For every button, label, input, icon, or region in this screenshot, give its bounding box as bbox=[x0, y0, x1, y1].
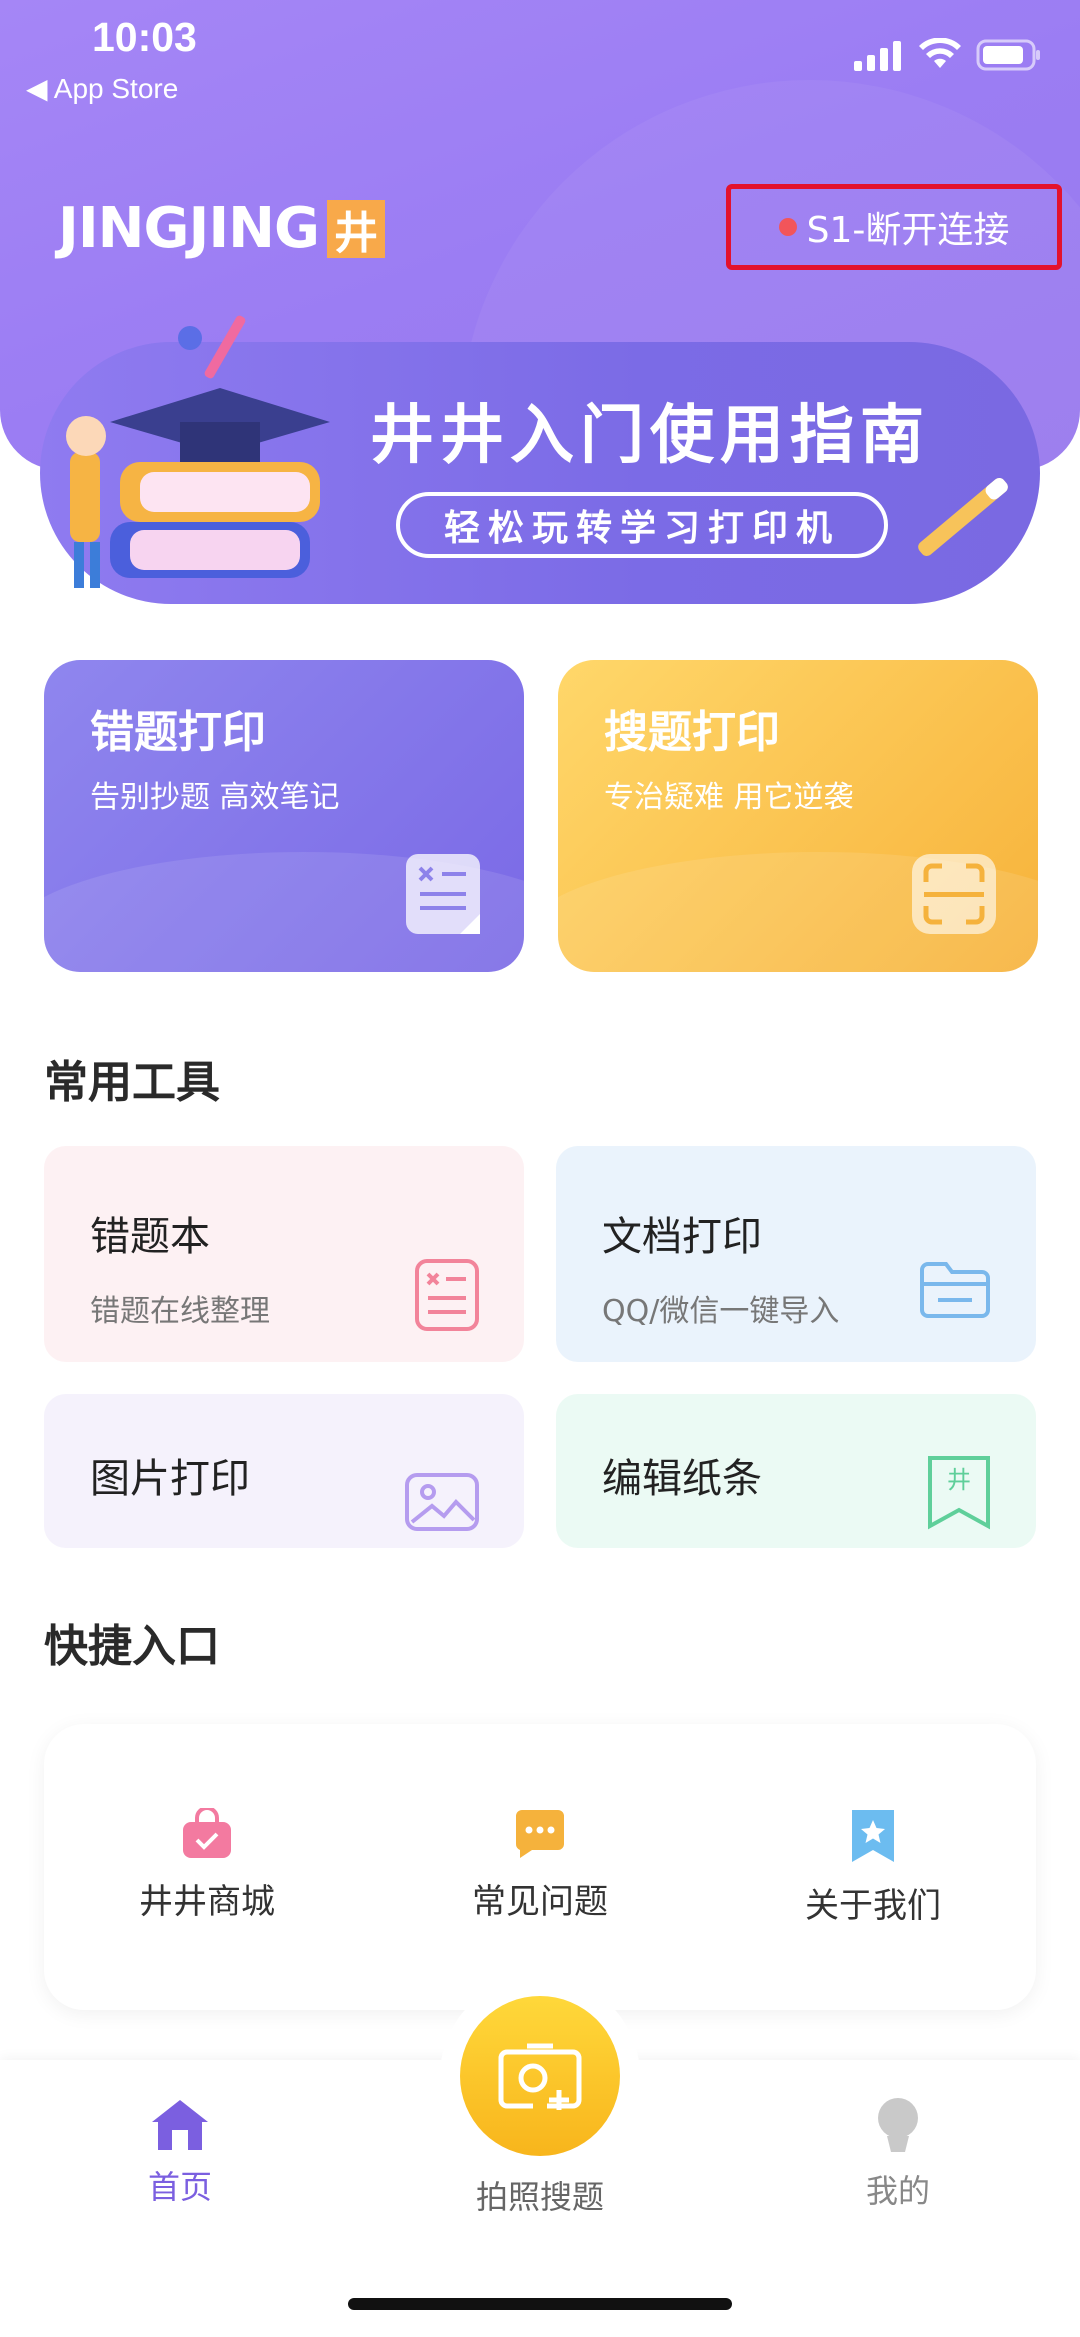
guide-banner[interactable]: 井井入门使用指南 轻松玩转学习打印机 bbox=[40, 315, 1040, 604]
pen-icon bbox=[918, 477, 1008, 557]
tab-label: 我的 bbox=[866, 2172, 931, 2210]
star-bookmark-icon bbox=[852, 1810, 894, 1862]
quick-item-shop[interactable]: 井井商城 bbox=[97, 1808, 317, 1923]
quick-entry-card: 井井商城 常见问题 关于我们 bbox=[44, 1724, 1036, 2010]
feature-subtitle: 告别抄题 高效笔记 bbox=[90, 780, 340, 815]
home-indicator bbox=[348, 2298, 732, 2310]
image-print-tool[interactable]: 图片打印 bbox=[44, 1394, 524, 1548]
student-books-illustration bbox=[66, 315, 330, 588]
brand-text: JINGJING bbox=[58, 196, 320, 261]
quick-item-label: 井井商城 bbox=[139, 1882, 275, 1922]
feature-title: 搜题打印 bbox=[604, 707, 780, 758]
status-time: 10:03 bbox=[92, 14, 197, 60]
folder-icon bbox=[920, 1262, 990, 1318]
search-question-print-card[interactable]: 搜题打印 专治疑难 用它逆袭 bbox=[558, 660, 1038, 972]
connection-status-button[interactable]: S1-断开连接 bbox=[726, 184, 1062, 270]
notebook-icon bbox=[415, 1259, 479, 1331]
svg-text:井: 井 bbox=[947, 1466, 971, 1494]
feature-title: 错题打印 bbox=[90, 707, 266, 758]
wifi-icon bbox=[919, 38, 961, 68]
banner-subtitle: 轻松玩转学习打印机 bbox=[396, 492, 888, 558]
photo-search-button[interactable] bbox=[460, 1996, 620, 2156]
tool-subtitle: 错题在线整理 bbox=[90, 1294, 270, 1329]
photo-search-label: 拍照搜题 bbox=[475, 2178, 604, 2216]
edit-note-tool[interactable]: 编辑纸条 井 bbox=[556, 1394, 1036, 1548]
feature-subtitle: 专治疑难 用它逆袭 bbox=[604, 780, 854, 815]
quick-item-label: 常见问题 bbox=[472, 1882, 608, 1922]
tool-subtitle: QQ/微信一键导入 bbox=[602, 1294, 840, 1329]
wrong-question-print-card[interactable]: 错题打印 告别抄题 高效笔记 bbox=[44, 660, 524, 972]
scan-frame-icon bbox=[912, 854, 996, 934]
image-icon bbox=[405, 1473, 479, 1531]
document-print-tool[interactable]: 文档打印 QQ/微信一键导入 bbox=[556, 1146, 1036, 1362]
connection-dot-icon bbox=[778, 218, 797, 236]
back-to-app-store[interactable]: ◀ App Store bbox=[26, 72, 178, 105]
chat-bubble-icon bbox=[515, 1810, 564, 1858]
status-icons bbox=[854, 38, 1042, 72]
tab-mine[interactable]: 我的 bbox=[866, 2096, 930, 2212]
tab-label: 首页 bbox=[148, 2168, 213, 2206]
brand-badge: 井 bbox=[327, 199, 386, 259]
tab-home[interactable]: 首页 bbox=[148, 2096, 212, 2208]
tool-name: 错题本 bbox=[90, 1214, 210, 1260]
quick-item-faq[interactable]: 常见问题 bbox=[430, 1808, 650, 1923]
quick-item-about[interactable]: 关于我们 bbox=[763, 1808, 983, 1927]
wrong-question-book-tool[interactable]: 错题本 错题在线整理 bbox=[44, 1146, 524, 1362]
quick-item-label: 关于我们 bbox=[805, 1886, 941, 1926]
camera-plus-icon bbox=[498, 2043, 582, 2110]
tools-section-title: 常用工具 bbox=[44, 1057, 220, 1108]
tool-name: 文档打印 bbox=[602, 1214, 762, 1260]
home-icon bbox=[152, 2100, 208, 2150]
banner-title: 井井入门使用指南 bbox=[370, 399, 930, 473]
bookmark-icon: 井 bbox=[928, 1456, 990, 1530]
shopping-bag-icon bbox=[183, 1808, 231, 1858]
user-profile-icon bbox=[878, 2098, 918, 2152]
tool-name: 编辑纸条 bbox=[602, 1456, 762, 1502]
connection-label: S1-断开连接 bbox=[806, 210, 1010, 251]
signal-icon bbox=[854, 41, 901, 71]
brand-logo: JINGJING 井 bbox=[58, 196, 386, 261]
battery-icon bbox=[976, 39, 1040, 71]
wrong-question-doc-icon bbox=[406, 854, 480, 934]
tool-name: 图片打印 bbox=[90, 1456, 250, 1502]
quick-section-title: 快捷入口 bbox=[44, 1621, 220, 1672]
